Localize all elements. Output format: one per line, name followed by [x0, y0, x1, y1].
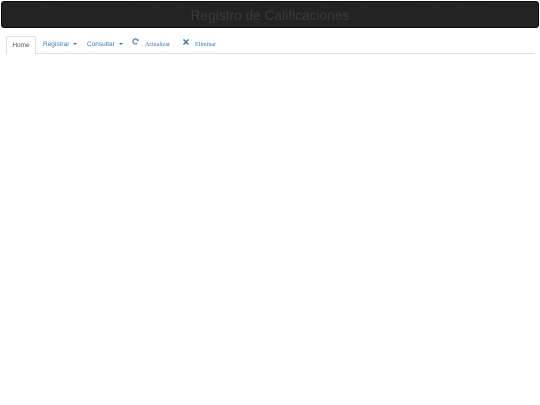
tab-registrar[interactable]: Registrar	[43, 36, 78, 54]
tab-home[interactable]: Home	[6, 36, 36, 55]
tab-registrar-label: Registrar	[43, 41, 70, 48]
page-title: Registro de Calificaciones	[190, 8, 350, 23]
refresh-icon	[132, 35, 139, 52]
chevron-down-icon	[73, 43, 78, 46]
tab-actualizar[interactable]: Actualizar	[132, 36, 170, 54]
tab-home-label: Home	[12, 42, 30, 49]
nav-tabs: Home Registrar Consultar Actualizar Elim…	[6, 36, 535, 55]
chevron-down-icon	[118, 43, 123, 46]
header-bar: Registro de Calificaciones	[1, 1, 539, 28]
main-content	[0, 56, 540, 405]
tab-eliminar-label: Eliminar	[195, 42, 216, 49]
tab-consultar-label: Consultar	[87, 41, 115, 48]
tab-eliminar[interactable]: Eliminar	[183, 36, 216, 54]
tab-consultar[interactable]: Consultar	[87, 36, 123, 54]
remove-icon	[183, 35, 189, 52]
tab-actualizar-label: Actualizar	[145, 42, 170, 49]
